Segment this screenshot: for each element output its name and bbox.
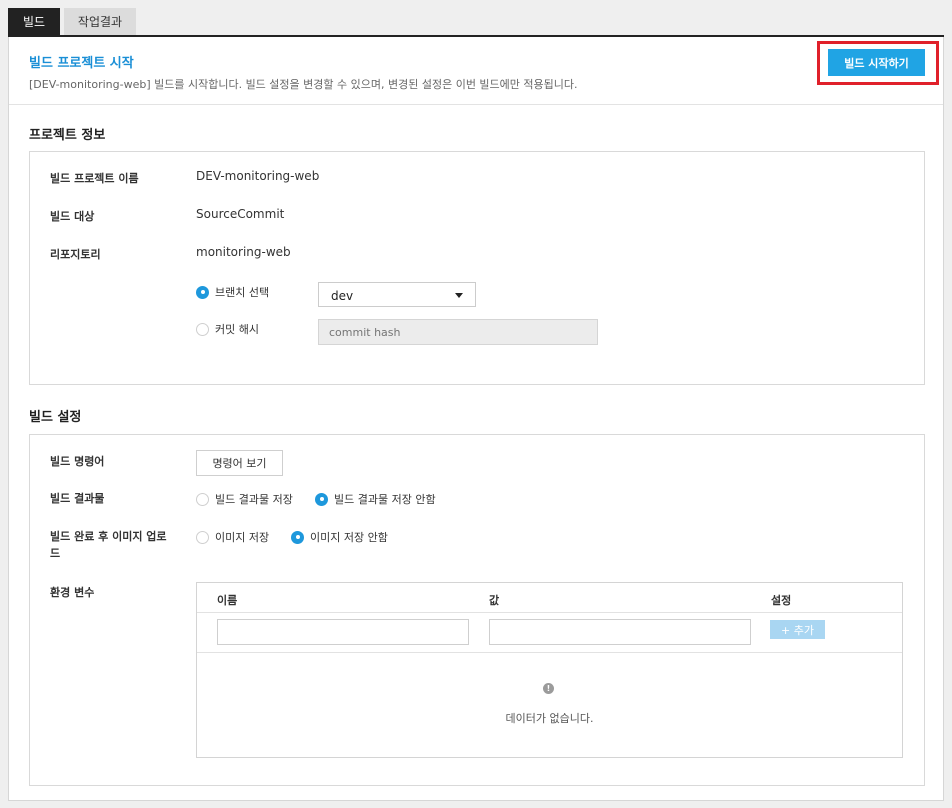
env-name-input[interactable]: [217, 619, 469, 645]
image-save-radio[interactable]: 이미지 저장: [196, 529, 269, 545]
project-info-box: 빌드 프로젝트 이름 DEV-monitoring-web 빌드 대상 Sour…: [29, 151, 925, 385]
env-vars-label: 환경 변수: [50, 586, 95, 599]
project-name-label: 빌드 프로젝트 이름: [50, 172, 139, 185]
view-command-button[interactable]: 명령어 보기: [196, 450, 283, 476]
add-env-button[interactable]: + 추가: [770, 620, 825, 639]
empty-message: 데이터가 없습니다.: [505, 712, 594, 725]
branch-dropdown-value: dev: [331, 289, 354, 303]
project-info-title: 프로젝트 정보: [29, 128, 106, 143]
image-save-label: 이미지 저장: [215, 531, 270, 544]
build-command-label: 빌드 명령어: [50, 455, 105, 468]
tab-build[interactable]: 빌드: [8, 8, 60, 36]
env-input-row: + 추가: [197, 613, 902, 653]
build-settings-title: 빌드 설정: [29, 410, 82, 425]
project-name-value: DEV-monitoring-web: [196, 169, 320, 183]
repository-value: monitoring-web: [196, 245, 291, 259]
radio-checked-icon: [291, 530, 304, 544]
branch-select-radio[interactable]: 브랜치 선택: [196, 284, 269, 300]
page-description: [DEV-monitoring-web] 빌드를 시작합니다. 빌드 설정을 변…: [29, 78, 578, 91]
image-nosave-radio[interactable]: 이미지 저장 안함: [291, 529, 388, 545]
env-table-header: 이름 값 설정: [197, 583, 902, 613]
artifact-nosave-label: 빌드 결과물 저장 안함: [334, 493, 436, 506]
build-settings-box: 빌드 명령어 명령어 보기 빌드 결과물 빌드 결과물 저장 빌드 결과물 저장…: [29, 434, 925, 786]
info-icon: !: [543, 683, 554, 694]
image-nosave-label: 이미지 저장 안함: [310, 531, 388, 544]
radio-checked-icon: [315, 492, 328, 506]
build-artifact-label: 빌드 결과물: [50, 492, 105, 505]
tab-results[interactable]: 작업결과: [64, 8, 136, 36]
commit-hash-label: 커밋 해시: [215, 323, 259, 336]
env-col-name: 이름: [217, 594, 238, 607]
radio-checked-icon: [196, 285, 209, 299]
env-vars-table: 이름 값 설정 + 추가 ! 데이터가 없습니다.: [196, 582, 903, 758]
commit-hash-radio[interactable]: 커밋 해시: [196, 321, 259, 337]
env-col-value: 값: [489, 594, 500, 607]
artifact-save-label: 빌드 결과물 저장: [215, 493, 293, 506]
caret-down-icon: [455, 293, 463, 298]
tab-bar: 빌드 작업결과: [8, 8, 136, 36]
panel-header: 빌드 프로젝트 시작 [DEV-monitoring-web] 빌드를 시작합니…: [9, 37, 943, 105]
build-target-value: SourceCommit: [196, 207, 285, 221]
radio-unchecked-icon: [196, 492, 209, 506]
radio-unchecked-icon: [196, 322, 209, 336]
page-title: 빌드 프로젝트 시작: [29, 56, 134, 71]
start-build-button[interactable]: 빌드 시작하기: [828, 49, 925, 76]
repository-label: 리포지토리: [50, 248, 101, 261]
radio-unchecked-icon: [196, 530, 209, 544]
branch-select-label: 브랜치 선택: [215, 286, 270, 299]
commit-hash-input[interactable]: [318, 319, 598, 345]
env-col-setting: 설정: [771, 594, 792, 607]
image-upload-label: 빌드 완료 후 이미지 업로드: [50, 530, 167, 560]
artifact-save-radio[interactable]: 빌드 결과물 저장: [196, 491, 293, 507]
env-value-input[interactable]: [489, 619, 751, 645]
build-panel: 빌드 프로젝트 시작 [DEV-monitoring-web] 빌드를 시작합니…: [8, 37, 944, 801]
branch-dropdown[interactable]: dev: [318, 282, 476, 307]
artifact-nosave-radio[interactable]: 빌드 결과물 저장 안함: [315, 491, 436, 507]
build-target-label: 빌드 대상: [50, 210, 95, 223]
